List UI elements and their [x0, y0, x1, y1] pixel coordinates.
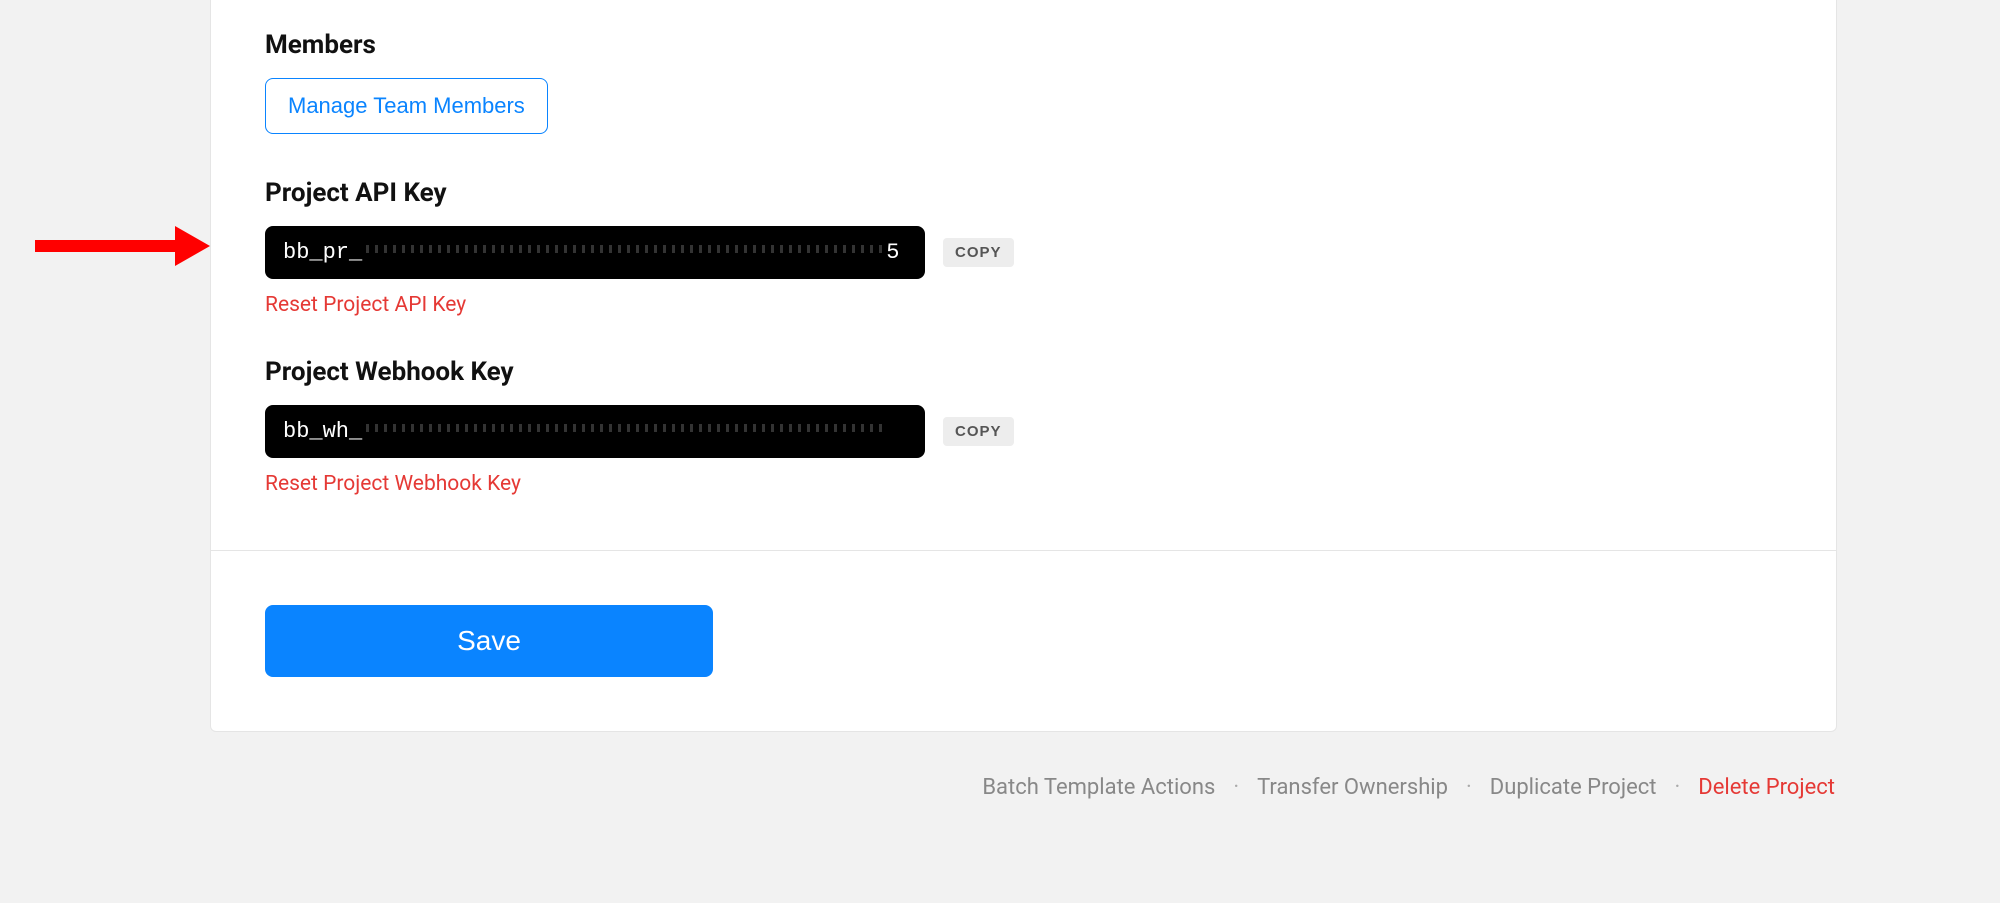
reset-api-key-link[interactable]: Reset Project API Key: [265, 293, 466, 317]
redacted-icon: [366, 424, 886, 432]
webhook-key-value[interactable]: bb_wh_: [265, 405, 925, 458]
redacted-icon: [366, 245, 886, 253]
arrow-head-icon: [175, 226, 210, 266]
api-key-heading: Project API Key: [265, 178, 1782, 208]
reset-webhook-key-link[interactable]: Reset Project Webhook Key: [265, 472, 521, 496]
duplicate-project-link[interactable]: Duplicate Project: [1490, 775, 1657, 800]
settings-card: Members Manage Team Members Project API …: [210, 0, 1837, 732]
transfer-ownership-link[interactable]: Transfer Ownership: [1257, 775, 1448, 800]
webhook-key-prefix: bb_wh_: [283, 419, 362, 444]
copy-api-key-button[interactable]: COPY: [943, 238, 1014, 267]
webhook-key-heading: Project Webhook Key: [265, 357, 1782, 387]
members-heading: Members: [265, 30, 1782, 60]
delete-project-link[interactable]: Delete Project: [1698, 775, 1835, 800]
callout-arrow: [35, 226, 210, 266]
card-footer: Save: [211, 550, 1836, 731]
webhook-key-row: bb_wh_ COPY: [265, 405, 1782, 458]
footer-links: Batch Template Actions · Transfer Owners…: [982, 775, 1835, 800]
arrow-line: [35, 240, 180, 252]
api-key-row: bb_pr_ 5 COPY: [265, 226, 1782, 279]
separator-icon: ·: [1675, 775, 1681, 800]
separator-icon: ·: [1233, 775, 1239, 800]
copy-webhook-key-button[interactable]: COPY: [943, 417, 1014, 446]
card-body: Members Manage Team Members Project API …: [211, 30, 1836, 550]
api-key-suffix: 5: [886, 240, 899, 265]
batch-template-actions-link[interactable]: Batch Template Actions: [982, 775, 1215, 800]
api-key-value[interactable]: bb_pr_ 5: [265, 226, 925, 279]
save-button[interactable]: Save: [265, 605, 713, 677]
api-key-prefix: bb_pr_: [283, 240, 362, 265]
separator-icon: ·: [1466, 775, 1472, 800]
manage-team-members-button[interactable]: Manage Team Members: [265, 78, 548, 134]
